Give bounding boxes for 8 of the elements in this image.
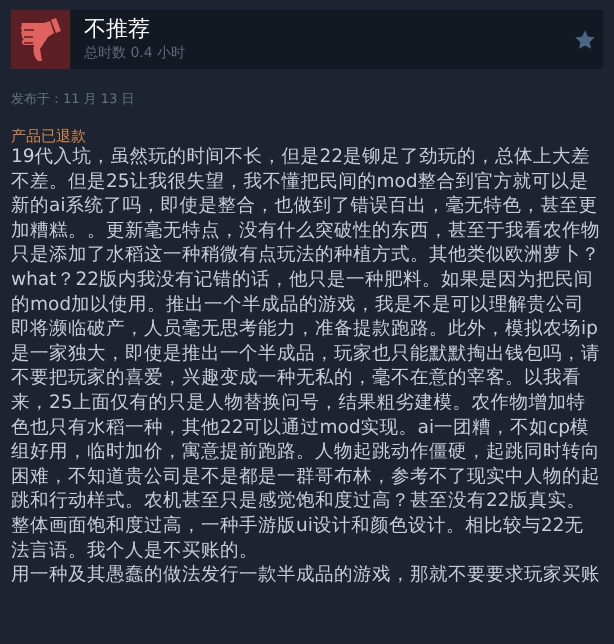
thumbs-down-icon: [11, 10, 70, 69]
review-verdict: 不推荐: [84, 17, 151, 43]
posted-date: 发布于：11 月 13 日: [11, 92, 136, 108]
review-text: 19代入坑，虽然玩的时间不长，但是22是铆足了劲玩的，总体上大差不差。但是25让我很失望，我不懂把民间的mod整合到官方就可以是新的ai系统了吗，即使是整合，也做到了错误百出，毫无特色，甚至更加糟糕。。更新毫无特点，没有什么突破性的东西，甚至于我看农作物只是添加了水稻这一种稍微有点玩法的种植方式。其他类似欧洲萝卜？what？22版内我没有记错的话，他只是一种肥料。如果是因为把民间的mod加以使用。推出一个半成品的游戏，我是不是可以理解贵公司即将濒临破产，人员毫无思考能力，准备提款跑路。此外，模拟农场ip是一家独大，即使是推出一个半成品，玩家也只能默默掏出钱包吗，请不要把玩家的喜爱，兴趣变成一种无私的，毫不在意的宰客。以我看来，25上面仅有的只是人物替换问号，结果粗劣建模。农作物增加特色也只有水稻一种，其他22可以通过mod实现。ai一团糟，不如cp模组好用，临时加价，寓意提前跑路。人物起跳动作僵硬，起跳同时转向困难，不知道贵公司是不是都是一群哥布林，参考不了现实中人物的起跳和行动样式。农机甚至只是感觉饱和度过高？甚至没有22版真实。整体画面饱和度过高，一种手游版ui设计和颜色设计。相比较与22无法言语。我个人是不买账的。: [11, 145, 601, 562]
star-icon[interactable]: [574, 28, 596, 50]
review-text: 用一种及其愚蠢的做法发行一款半成品的游戏，那就不要要求玩家买账: [11, 563, 601, 588]
playtime-text: 总时数 0.4 小时: [84, 45, 186, 62]
refund-notice: 产品已退款: [11, 127, 87, 145]
